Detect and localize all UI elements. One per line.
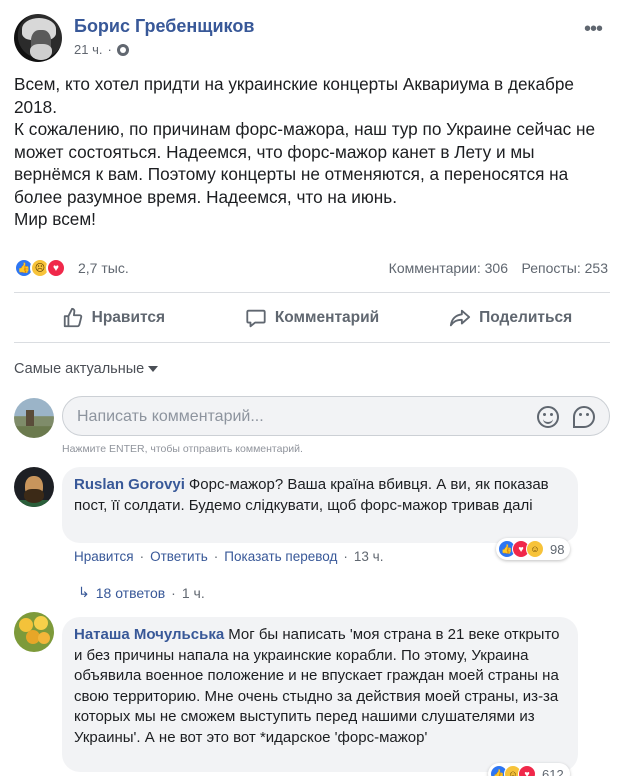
comment-reactions[interactable]: 👍 ☺ ♥ 612 bbox=[488, 763, 570, 776]
post-text-line: Всем, кто хотел придти на украинские кон… bbox=[14, 74, 574, 117]
post-timestamp[interactable]: 21 ч. bbox=[74, 42, 102, 57]
divider bbox=[14, 342, 610, 343]
meta-separator: · bbox=[107, 42, 112, 57]
thumbs-up-icon bbox=[63, 307, 82, 328]
like-button-label: Нравится bbox=[91, 309, 166, 326]
reposts-count[interactable]: Репосты: 253 bbox=[522, 260, 609, 276]
post-actions: Нравится Комментарий Поделиться bbox=[14, 296, 610, 340]
emoji-icon[interactable] bbox=[537, 406, 559, 428]
comment-reactions-count: 98 bbox=[550, 541, 565, 557]
post-meta: 21 ч. · bbox=[74, 42, 129, 57]
commenter-name[interactable]: Ruslan Gorovyi bbox=[74, 476, 185, 493]
post-stats: 👍 ☹ ♥ 2,7 тыс. Комментарии: 306 Репосты:… bbox=[14, 256, 610, 280]
sort-label: Самые актуальные bbox=[14, 361, 145, 377]
comment-timestamp[interactable]: 13 ч. bbox=[354, 549, 384, 564]
love-icon: ♥ bbox=[46, 258, 66, 278]
post-text: Всем, кто хотел придти на украинские кон… bbox=[14, 73, 610, 231]
share-button-label: Поделиться bbox=[479, 309, 573, 326]
comment-input-placeholder: Написать комментарий... bbox=[77, 408, 264, 425]
comment-text: Мог бы написать 'моя страна в 21 веке от… bbox=[74, 626, 560, 746]
post-header: Борис Гребенщиков 21 ч. · ••• bbox=[14, 14, 606, 62]
separator: · bbox=[343, 549, 348, 564]
post-text-line: К сожалению, по причинам форс-мажора, на… bbox=[14, 119, 596, 207]
comment-reactions-count: 612 bbox=[542, 766, 564, 776]
reaction-icons[interactable]: 👍 ☹ ♥ bbox=[14, 258, 66, 278]
view-replies[interactable]: ↳ 18 ответов · 1 ч. bbox=[78, 584, 205, 601]
divider bbox=[14, 292, 610, 293]
separator: · bbox=[213, 549, 219, 564]
post-author-name[interactable]: Борис Гребенщиков bbox=[74, 16, 254, 37]
replies-timestamp: 1 ч. bbox=[181, 584, 205, 601]
separator: · bbox=[139, 549, 145, 564]
caret-down-icon bbox=[148, 366, 159, 372]
globe-icon bbox=[116, 43, 129, 56]
author-avatar[interactable] bbox=[14, 14, 62, 62]
replies-count-link[interactable]: 18 ответов bbox=[96, 585, 165, 601]
haha-icon: ☺ bbox=[526, 540, 544, 558]
comment-like-link[interactable]: Нравится bbox=[74, 549, 134, 564]
comment-button-label: Комментарий bbox=[274, 309, 380, 326]
comment-reactions[interactable]: 👍 ♥ ☺ 98 bbox=[496, 538, 571, 560]
comment-button[interactable]: Комментарий bbox=[213, 296, 412, 340]
comment-icon bbox=[246, 309, 266, 328]
reactions-count[interactable]: 2,7 тыс. bbox=[78, 260, 129, 276]
share-icon bbox=[450, 309, 471, 327]
commenter-avatar[interactable] bbox=[14, 467, 54, 507]
current-user-avatar bbox=[14, 398, 54, 438]
commenter-name[interactable]: Наташа Мочульська bbox=[74, 626, 224, 643]
reply-arrow-icon: ↳ bbox=[78, 584, 90, 600]
show-translation-link[interactable]: Показать перевод bbox=[224, 549, 337, 564]
comments-count[interactable]: Комментарии: 306 bbox=[389, 260, 508, 276]
post-text-line: Мир всем! bbox=[14, 209, 96, 229]
separator: · bbox=[171, 584, 176, 601]
comment-input[interactable]: Написать комментарий... bbox=[62, 396, 610, 436]
commenter-avatar[interactable] bbox=[14, 612, 54, 652]
comment-bubble: Наташа Мочульська Мог бы написать 'моя ст… bbox=[62, 617, 578, 772]
share-button[interactable]: Поделиться bbox=[411, 296, 610, 340]
sticker-icon[interactable] bbox=[573, 406, 595, 428]
composer-hint: Нажмите ENTER, чтобы отправить комментар… bbox=[62, 443, 303, 455]
comment-actions: Нравится · Ответить · Показать перевод ·… bbox=[74, 549, 383, 564]
more-options-icon[interactable]: ••• bbox=[584, 18, 603, 41]
love-icon: ♥ bbox=[518, 765, 536, 776]
comment-bubble: Ruslan Gorovyi Форс-мажор? Ваша країна вб… bbox=[62, 467, 578, 543]
like-button[interactable]: Нравится bbox=[14, 296, 213, 340]
comment-reply-link[interactable]: Ответить bbox=[150, 549, 208, 564]
comment-sort-dropdown[interactable]: Самые актуальные bbox=[14, 361, 159, 377]
